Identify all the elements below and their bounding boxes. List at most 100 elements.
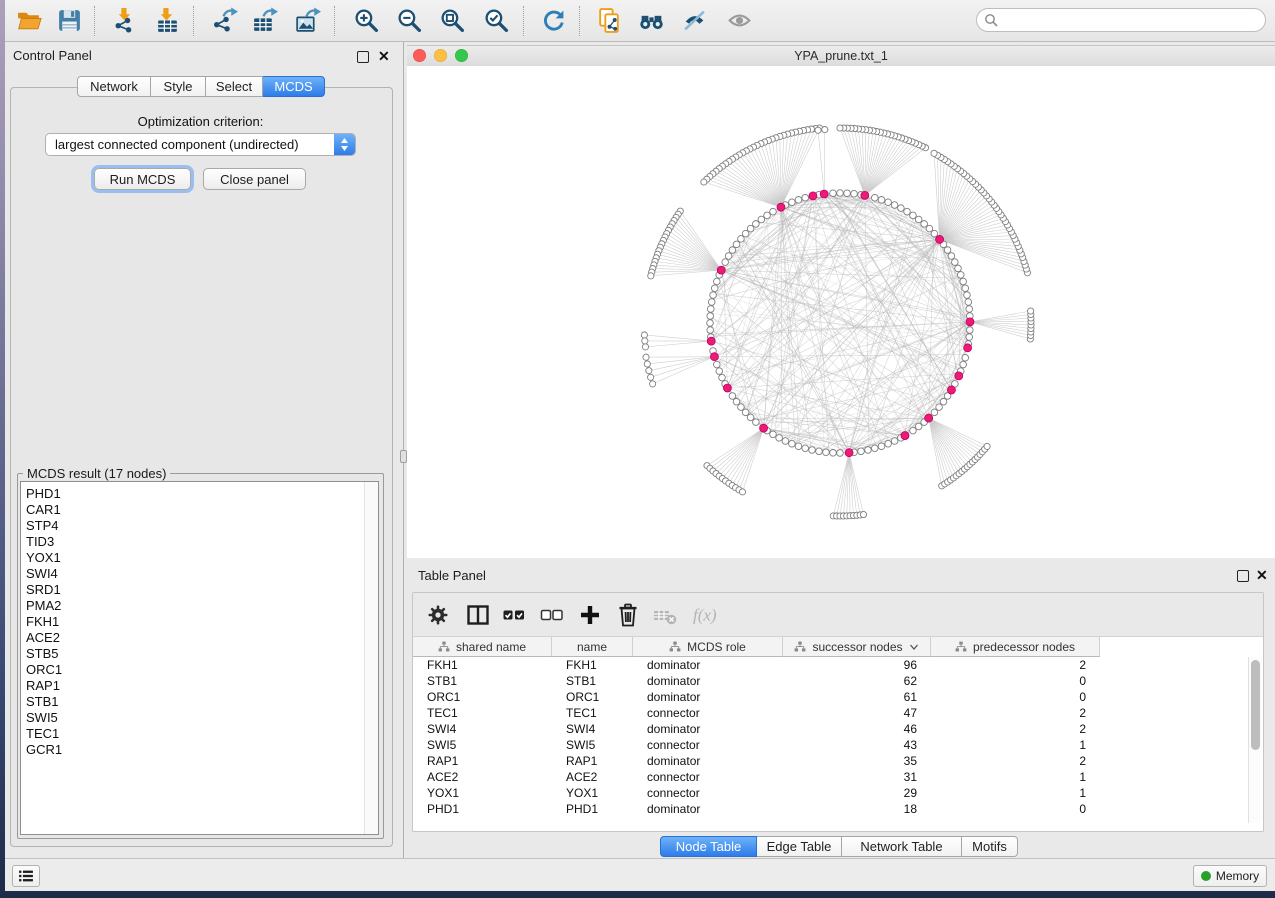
task-history-button[interactable]: [12, 865, 40, 887]
column-header-predecessor-nodes[interactable]: predecessor nodes: [931, 637, 1100, 657]
import-table-icon[interactable]: [152, 5, 182, 35]
find-icon[interactable]: [636, 5, 666, 35]
new-network-from-selection-icon[interactable]: [594, 5, 624, 35]
splitter-handle[interactable]: [400, 450, 407, 463]
control-panel-float-icon[interactable]: [357, 51, 369, 63]
mcds-result-title: MCDS result (17 nodes): [23, 466, 170, 481]
table-panel-close-icon[interactable]: ✕: [1256, 569, 1268, 581]
table-cell: 2: [931, 706, 1100, 720]
column-label: successor nodes: [812, 640, 902, 654]
table-row[interactable]: SWI4SWI4dominator462: [413, 721, 1263, 737]
table-row[interactable]: YOX1YOX1connector291: [413, 785, 1263, 801]
table-cell: ACE2: [552, 770, 633, 784]
save-session-icon[interactable]: [54, 5, 84, 35]
delete-column-icon[interactable]: [613, 600, 643, 630]
table-panel-body: f(x) shared namenameMCDS rolesuccessor n…: [412, 592, 1264, 832]
mcds-result-item[interactable]: TID3: [21, 534, 378, 550]
zoom-selected-icon[interactable]: [481, 5, 511, 35]
export-image-icon[interactable]: [292, 5, 322, 35]
import-network-icon[interactable]: [110, 5, 140, 35]
tab-select[interactable]: Select: [206, 76, 263, 97]
select-all-icon[interactable]: [499, 600, 529, 630]
zoom-in-icon[interactable]: [351, 5, 381, 35]
control-panel-title: Control Panel: [13, 48, 92, 63]
mcds-result-item[interactable]: CAR1: [21, 502, 378, 518]
optimization-criterion-dropdown[interactable]: largest connected component (undirected): [45, 133, 356, 156]
settings-icon[interactable]: [423, 600, 453, 630]
memory-label: Memory: [1216, 869, 1259, 883]
column-header-MCDS-role[interactable]: MCDS role: [633, 637, 783, 657]
zoom-fit-icon[interactable]: [437, 5, 467, 35]
table-row[interactable]: ORC1ORC1dominator610: [413, 689, 1263, 705]
search-icon: [984, 13, 998, 27]
apply-layout-icon[interactable]: [538, 5, 568, 35]
table-row[interactable]: TEC1TEC1connector472: [413, 705, 1263, 721]
table-row[interactable]: RAP1RAP1dominator352: [413, 753, 1263, 769]
tab-motifs[interactable]: Motifs: [962, 836, 1018, 857]
mcds-result-item[interactable]: PMA2: [21, 598, 378, 614]
sort-desc-icon: [909, 643, 919, 651]
mcds-result-item[interactable]: RAP1: [21, 678, 378, 694]
column-header-shared-name[interactable]: shared name: [413, 637, 552, 657]
mcds-result-item[interactable]: ORC1: [21, 662, 378, 678]
export-table-icon[interactable]: [249, 5, 279, 35]
table-row[interactable]: SWI5SWI5connector431: [413, 737, 1263, 753]
mcds-result-item[interactable]: STB5: [21, 646, 378, 662]
add-column-icon[interactable]: [575, 600, 605, 630]
run-mcds-button[interactable]: Run MCDS: [94, 168, 191, 190]
mcds-result-item[interactable]: FKH1: [21, 614, 378, 630]
sitemap-icon: [438, 641, 450, 653]
search-input[interactable]: [998, 12, 1265, 28]
tab-network[interactable]: Network: [77, 76, 151, 97]
tab-node-table[interactable]: Node Table: [660, 836, 757, 857]
mcds-result-item[interactable]: GCR1: [21, 742, 378, 758]
deselect-all-icon[interactable]: [537, 600, 567, 630]
table-cell: SWI5: [552, 738, 633, 752]
mcds-list-scrollbar[interactable]: [364, 482, 378, 834]
close-panel-button[interactable]: Close panel: [203, 168, 306, 190]
mcds-result-item[interactable]: SWI5: [21, 710, 378, 726]
table-row[interactable]: FKH1FKH1dominator962: [413, 657, 1263, 673]
column-header-name[interactable]: name: [552, 637, 633, 657]
mcds-result-item[interactable]: SWI4: [21, 566, 378, 582]
hide-visual-icon[interactable]: [679, 5, 709, 35]
table-cell: TEC1: [413, 706, 552, 720]
column-visibility-icon[interactable]: [463, 600, 493, 630]
table-cell: dominator: [633, 674, 783, 688]
table-scrollbar[interactable]: [1248, 657, 1262, 823]
memory-button[interactable]: Memory: [1193, 865, 1267, 887]
network-canvas[interactable]: [407, 66, 1275, 558]
mcds-result-item[interactable]: STB1: [21, 694, 378, 710]
table-cell: SWI4: [413, 722, 552, 736]
table-row[interactable]: ACE2ACE2connector311: [413, 769, 1263, 785]
tab-network-table[interactable]: Network Table: [842, 836, 962, 857]
mcds-result-item[interactable]: PHD1: [21, 486, 378, 502]
table-panel-float-icon[interactable]: [1237, 570, 1249, 582]
dropdown-stepper-icon: [334, 134, 355, 155]
delete-table-icon: [650, 600, 680, 630]
column-label: name: [577, 640, 607, 654]
open-session-icon[interactable]: [14, 5, 44, 35]
dropdown-value: largest connected component (undirected): [46, 137, 334, 152]
network-graph[interactable]: [407, 66, 1275, 558]
show-visual-icon[interactable]: [724, 5, 754, 35]
mcds-result-item[interactable]: STP4: [21, 518, 378, 534]
search-field[interactable]: [976, 8, 1266, 32]
mcds-result-item[interactable]: YOX1: [21, 550, 378, 566]
table-row[interactable]: STB1STB1dominator620: [413, 673, 1263, 689]
tab-edge-table[interactable]: Edge Table: [757, 836, 842, 857]
panel-splitter[interactable]: [400, 42, 407, 858]
control-panel-close-icon[interactable]: ✕: [378, 50, 390, 62]
mcds-result-list[interactable]: PHD1CAR1STP4TID3YOX1SWI4SRD1PMA2FKH1ACE2…: [20, 481, 379, 835]
zoom-out-icon[interactable]: [394, 5, 424, 35]
table-scrollbar-thumb[interactable]: [1251, 660, 1260, 750]
mcds-result-item[interactable]: TEC1: [21, 726, 378, 742]
mcds-result-item[interactable]: SRD1: [21, 582, 378, 598]
tab-style[interactable]: Style: [151, 76, 206, 97]
export-network-icon[interactable]: [209, 5, 239, 35]
column-header-successor-nodes[interactable]: successor nodes: [783, 637, 931, 657]
table-row[interactable]: PHD1PHD1dominator180: [413, 801, 1263, 817]
mcds-result-item[interactable]: ACE2: [21, 630, 378, 646]
table-cell: FKH1: [552, 658, 633, 672]
tab-mcds[interactable]: MCDS: [263, 76, 325, 97]
